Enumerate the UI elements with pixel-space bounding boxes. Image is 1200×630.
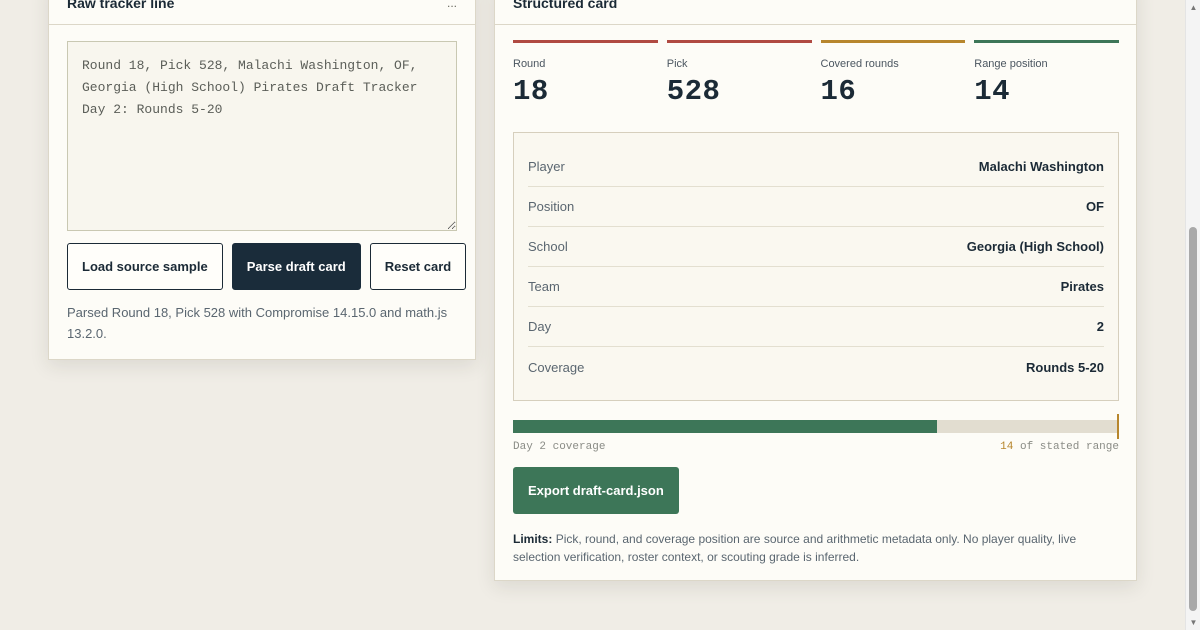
detail-label: Coverage [528, 359, 585, 375]
stat-range-position: Range position 14 [974, 40, 1119, 108]
range-position-number: 14 [1000, 441, 1014, 453]
detail-row-school: School Georgia (High School) [528, 227, 1104, 267]
stat-label: Round [513, 58, 546, 70]
detail-row-team: Team Pirates [528, 267, 1104, 307]
range-position-caption: 14 of stated range [1000, 441, 1119, 453]
detail-row-day: Day 2 [528, 307, 1104, 347]
detail-row-position: Position OF [528, 187, 1104, 227]
export-draft-card-button[interactable]: Export draft-card.json [513, 467, 679, 514]
stat-covered-rounds: Covered rounds 16 [820, 40, 966, 108]
raw-tracker-textarea[interactable] [67, 41, 457, 231]
detail-label: Day [528, 319, 552, 334]
coverage-caption: Day 2 coverage 14 of stated range [513, 441, 1119, 453]
stat-pick: Pick 528 [666, 40, 812, 108]
scroll-up-icon[interactable]: ▲ [1186, 0, 1200, 15]
limits-note: Limits: Pick, round, and coverage positi… [513, 530, 1103, 566]
detail-value: Rounds 5-20 [1025, 359, 1104, 375]
structured-panel-header: Structured card [495, 0, 1136, 25]
raw-panel-meta: ... [446, 0, 457, 10]
scroll-thumb[interactable] [1189, 227, 1197, 611]
parse-status-text: Parsed Round 18, Pick 528 with Compromis… [67, 305, 448, 341]
detail-value: Georgia (High School) [966, 239, 1104, 254]
raw-panel-actions: Load source sample Parse draft card Rese… [67, 243, 467, 290]
parse-draft-card-button[interactable]: Parse draft card [231, 243, 361, 290]
range-suffix: of stated range [1019, 441, 1119, 453]
detail-row-player: Player Malachi Washington [528, 147, 1104, 187]
limits-text: Pick, round, and coverage position are s… [513, 532, 1077, 564]
detail-value: Malachi Washington [978, 159, 1104, 174]
reset-card-button[interactable]: Reset card [369, 243, 467, 290]
coverage-progress-fill [513, 420, 938, 433]
stat-label: Pick [666, 58, 688, 70]
stat-row: Round 18 Pick 528 Covered rounds 16 Rang… [513, 40, 1119, 108]
detail-row-coverage: Coverage Rounds 5-20 [528, 347, 1104, 387]
coverage-label: Day 2 coverage [513, 441, 606, 453]
raw-panel-header: Raw tracker line ... [49, 0, 475, 25]
stat-value: 14 [974, 75, 1011, 108]
detail-label: Team [528, 279, 560, 294]
load-source-sample-button[interactable]: Load source sample [67, 243, 223, 290]
detail-label: Player [528, 159, 565, 174]
detail-value: 2 [1096, 319, 1104, 334]
raw-tracker-panel: Raw tracker line ... Load source sample … [48, 0, 476, 360]
detail-value: OF [1085, 199, 1104, 214]
range-end-marker [1117, 414, 1119, 439]
draft-card-details: Player Malachi Washington Position OF Sc… [513, 132, 1119, 401]
detail-label: Position [528, 199, 575, 214]
raw-panel-title: Raw tracker line [67, 0, 175, 11]
scroll-down-icon[interactable]: ▼ [1186, 615, 1200, 630]
stat-round: Round 18 [513, 40, 658, 108]
page-scrollbar[interactable]: ▲ ▼ [1185, 0, 1200, 630]
stat-value: 18 [513, 75, 549, 108]
stat-value: 528 [666, 75, 721, 108]
stat-value: 16 [820, 75, 857, 108]
stat-label: Covered rounds [820, 58, 899, 70]
coverage-progress-bar [513, 414, 1119, 439]
detail-value: Pirates [1060, 279, 1104, 294]
limits-label: Limits: [513, 532, 553, 546]
structured-card-panel: Structured card Round 18 Pick 528 Covere… [494, 0, 1137, 581]
detail-label: School [528, 239, 568, 254]
stat-label: Range position [974, 58, 1048, 70]
structured-panel-title: Structured card [513, 0, 618, 11]
